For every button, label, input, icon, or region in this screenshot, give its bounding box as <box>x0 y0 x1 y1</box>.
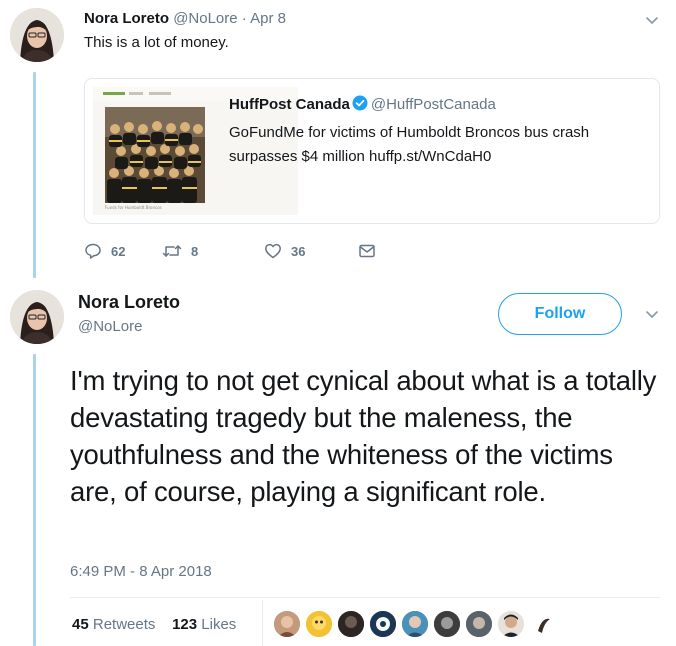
retweets-stat[interactable]: 45 Retweets <box>72 616 155 633</box>
liker-avatar[interactable] <box>528 609 558 639</box>
follow-button[interactable]: Follow <box>498 293 622 335</box>
direct-message-icon <box>359 244 375 258</box>
tweet-stats: 45 Retweets 123 Likes <box>72 616 236 633</box>
chevron-down-icon[interactable] <box>644 12 660 28</box>
thread-line-lower <box>33 354 36 646</box>
chevron-down-icon[interactable] <box>644 306 660 322</box>
quoted-tweet-header: HuffPost Canada @HuffPostCanada <box>229 95 496 113</box>
like-total: 123 <box>172 616 198 633</box>
tweet-text: This is a lot of money. <box>84 34 229 51</box>
separator-dot: · <box>241 10 247 27</box>
tweet-header: Nora Loreto @NoLore · Apr 8 <box>84 10 286 27</box>
stats-separator <box>262 600 263 646</box>
liker-avatar[interactable] <box>464 609 494 639</box>
thread-line <box>33 72 36 278</box>
liker-avatar[interactable] <box>368 609 398 639</box>
retweet-button[interactable]: 8 <box>162 242 198 260</box>
retweet-count: 8 <box>191 243 199 259</box>
liker-avatar[interactable] <box>336 609 366 639</box>
divider <box>70 597 660 598</box>
liker-avatar[interactable] <box>496 609 526 639</box>
quoted-tweet-card[interactable]: Funds for Humboldt Broncos HuffPost Cana… <box>84 78 660 224</box>
liker-avatar[interactable] <box>272 609 302 639</box>
author-name[interactable]: Nora Loreto <box>84 10 169 27</box>
retweet-label: Retweets <box>92 616 156 633</box>
direct-message-button[interactable] <box>358 242 385 260</box>
tweet-date[interactable]: Apr 8 <box>250 10 286 27</box>
liker-avatar[interactable] <box>304 609 334 639</box>
image-caption: Funds for Humboldt Broncos <box>105 205 162 210</box>
reply-icon <box>85 243 101 259</box>
author-avatar-large[interactable] <box>10 290 64 344</box>
liker-avatar[interactable] <box>432 609 462 639</box>
reply-count: 62 <box>111 243 126 259</box>
author-name-large[interactable]: Nora Loreto <box>78 292 180 313</box>
author-handle-large[interactable]: @NoLore <box>78 318 142 335</box>
tweet-timestamp[interactable]: 6:49 PM - 8 Apr 2018 <box>70 563 212 580</box>
quoted-author-handle[interactable]: @HuffPostCanada <box>371 96 496 113</box>
likes-stat[interactable]: 123 Likes <box>172 616 236 633</box>
author-handle[interactable]: @NoLore <box>173 10 237 27</box>
retweet-icon <box>162 245 182 257</box>
like-button[interactable]: 36 <box>264 242 305 260</box>
main-tweet-text: I'm trying to not get cynical about what… <box>70 365 657 507</box>
reply-button[interactable]: 62 <box>84 242 125 260</box>
like-count: 36 <box>291 243 306 259</box>
verified-badge-icon <box>352 95 368 111</box>
team-photo <box>105 107 205 203</box>
like-label: Likes <box>201 616 237 633</box>
liker-avatar[interactable] <box>400 609 430 639</box>
quoted-author-name[interactable]: HuffPost Canada <box>229 96 350 113</box>
author-avatar[interactable] <box>10 8 64 62</box>
like-icon <box>265 243 281 259</box>
quoted-tweet-text: GoFundMe for victims of Humboldt Broncos… <box>229 124 590 165</box>
retweet-total: 45 <box>72 616 89 633</box>
